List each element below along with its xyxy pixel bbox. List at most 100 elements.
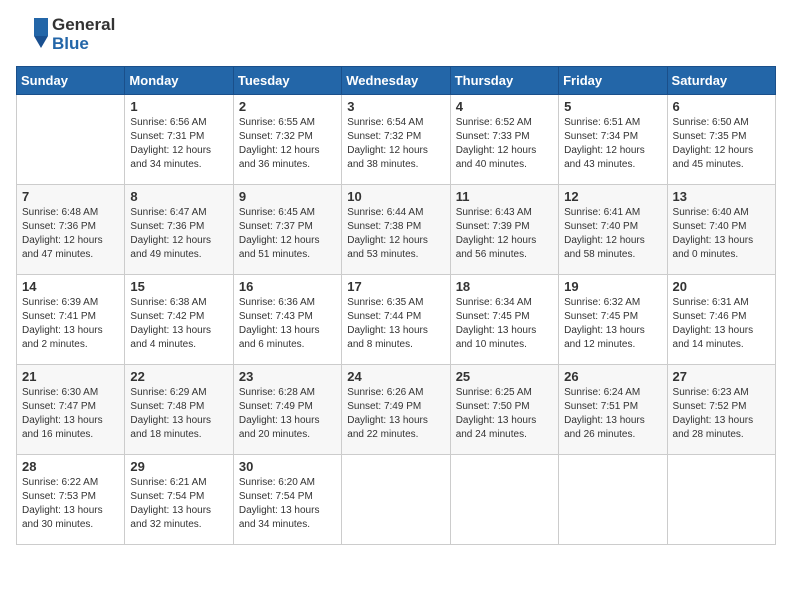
day-number: 22 (130, 369, 227, 384)
calendar-cell: 29Sunrise: 6:21 AM Sunset: 7:54 PM Dayli… (125, 455, 233, 545)
day-number: 11 (456, 189, 553, 204)
day-info: Sunrise: 6:38 AM Sunset: 7:42 PM Dayligh… (130, 296, 227, 352)
weekday-header-row: SundayMondayTuesdayWednesdayThursdayFrid… (17, 67, 776, 95)
day-info: Sunrise: 6:24 AM Sunset: 7:51 PM Dayligh… (564, 386, 661, 442)
day-number: 4 (456, 99, 553, 114)
calendar-cell: 16 Sunrise: 6:36 AM Sunset: 7:43 PM Dayli… (233, 275, 341, 365)
calendar-cell: 2 Sunrise: 6:55 AM Sunset: 7:32 PM Daylig… (233, 95, 341, 185)
day-number: 1 (130, 99, 227, 114)
calendar-cell: 11 Sunrise: 6:43 AM Sunset: 7:39 PM Dayli… (450, 185, 558, 275)
day-number: 8 (130, 189, 227, 204)
calendar-body: 1 Sunrise: 6:56 AM Sunset: 7:31 PM Daylig… (17, 95, 776, 545)
calendar-cell: 25 Sunrise: 6:25 AM Sunset: 7:50 PM Dayli… (450, 365, 558, 455)
logo-svg (16, 16, 48, 54)
calendar-cell (559, 455, 667, 545)
calendar-cell: 24Sunrise: 6:26 AM Sunset: 7:49 PM Dayli… (342, 365, 450, 455)
day-info: Sunrise: 6:44 AM Sunset: 7:38 PM Dayligh… (347, 206, 444, 262)
calendar-cell: 30 Sunrise: 6:20 AM Sunset: 7:54 PM Dayli… (233, 455, 341, 545)
weekday-header-friday: Friday (559, 67, 667, 95)
day-number: 12 (564, 189, 661, 204)
day-info: Sunrise: 6:23 AM Sunset: 7:52 PM Dayligh… (673, 386, 770, 442)
day-number: 27 (673, 369, 770, 384)
calendar-cell: 13 Sunrise: 6:40 AM Sunset: 7:40 PM Dayli… (667, 185, 775, 275)
day-info: Sunrise: 6:40 AM Sunset: 7:40 PM Dayligh… (673, 206, 770, 262)
day-number: 25 (456, 369, 553, 384)
calendar-cell: 3 Sunrise: 6:54 AM Sunset: 7:32 PM Daylig… (342, 95, 450, 185)
day-info: Sunrise: 6:21 AM Sunset: 7:54 PM Dayligh… (130, 476, 227, 532)
calendar-cell: 15 Sunrise: 6:38 AM Sunset: 7:42 PM Dayli… (125, 275, 233, 365)
calendar-cell: 28Sunrise: 6:22 AM Sunset: 7:53 PM Dayli… (17, 455, 125, 545)
day-number: 18 (456, 279, 553, 294)
calendar-cell (450, 455, 558, 545)
header: GeneralBlue (16, 16, 776, 54)
weekday-header-tuesday: Tuesday (233, 67, 341, 95)
calendar-week-4: 21 Sunrise: 6:30 AM Sunset: 7:47 PM Dayli… (17, 365, 776, 455)
day-number: 17 (347, 279, 444, 294)
day-info: Sunrise: 6:35 AM Sunset: 7:44 PM Dayligh… (347, 296, 444, 352)
day-number: 26 (564, 369, 661, 384)
day-info: Sunrise: 6:41 AM Sunset: 7:40 PM Dayligh… (564, 206, 661, 262)
calendar-cell: 26 Sunrise: 6:24 AM Sunset: 7:51 PM Dayli… (559, 365, 667, 455)
day-number: 15 (130, 279, 227, 294)
day-info: Sunrise: 6:22 AM Sunset: 7:53 PM Dayligh… (22, 476, 119, 532)
day-info: Sunrise: 6:31 AM Sunset: 7:46 PM Dayligh… (673, 296, 770, 352)
day-number: 20 (673, 279, 770, 294)
day-number: 19 (564, 279, 661, 294)
calendar-cell: 12 Sunrise: 6:41 AM Sunset: 7:40 PM Dayli… (559, 185, 667, 275)
calendar-cell: 22 Sunrise: 6:29 AM Sunset: 7:48 PM Dayli… (125, 365, 233, 455)
logo-text-general: General (52, 16, 115, 35)
day-number: 21 (22, 369, 119, 384)
calendar-cell: 19 Sunrise: 6:32 AM Sunset: 7:45 PM Dayli… (559, 275, 667, 365)
day-number: 16 (239, 279, 336, 294)
day-number: 6 (673, 99, 770, 114)
day-info: Sunrise: 6:56 AM Sunset: 7:31 PM Dayligh… (130, 116, 227, 172)
day-info: Sunrise: 6:36 AM Sunset: 7:43 PM Dayligh… (239, 296, 336, 352)
calendar-cell (667, 455, 775, 545)
calendar-cell: 21 Sunrise: 6:30 AM Sunset: 7:47 PM Dayli… (17, 365, 125, 455)
calendar-week-5: 28Sunrise: 6:22 AM Sunset: 7:53 PM Dayli… (17, 455, 776, 545)
calendar-table: SundayMondayTuesdayWednesdayThursdayFrid… (16, 66, 776, 545)
day-info: Sunrise: 6:29 AM Sunset: 7:48 PM Dayligh… (130, 386, 227, 442)
calendar-cell: 8Sunrise: 6:47 AM Sunset: 7:36 PM Daylig… (125, 185, 233, 275)
calendar-cell: 7 Sunrise: 6:48 AM Sunset: 7:36 PM Daylig… (17, 185, 125, 275)
day-info: Sunrise: 6:30 AM Sunset: 7:47 PM Dayligh… (22, 386, 119, 442)
day-info: Sunrise: 6:55 AM Sunset: 7:32 PM Dayligh… (239, 116, 336, 172)
day-info: Sunrise: 6:51 AM Sunset: 7:34 PM Dayligh… (564, 116, 661, 172)
day-info: Sunrise: 6:20 AM Sunset: 7:54 PM Dayligh… (239, 476, 336, 532)
day-number: 3 (347, 99, 444, 114)
day-info: Sunrise: 6:48 AM Sunset: 7:36 PM Dayligh… (22, 206, 119, 262)
calendar-cell (342, 455, 450, 545)
weekday-header-thursday: Thursday (450, 67, 558, 95)
calendar-cell: 23 Sunrise: 6:28 AM Sunset: 7:49 PM Dayli… (233, 365, 341, 455)
day-info: Sunrise: 6:34 AM Sunset: 7:45 PM Dayligh… (456, 296, 553, 352)
weekday-header-saturday: Saturday (667, 67, 775, 95)
calendar-cell: 17 Sunrise: 6:35 AM Sunset: 7:44 PM Dayli… (342, 275, 450, 365)
calendar-cell: 18 Sunrise: 6:34 AM Sunset: 7:45 PM Dayli… (450, 275, 558, 365)
day-number: 7 (22, 189, 119, 204)
calendar-cell: 4 Sunrise: 6:52 AM Sunset: 7:33 PM Daylig… (450, 95, 558, 185)
calendar-cell: 1 Sunrise: 6:56 AM Sunset: 7:31 PM Daylig… (125, 95, 233, 185)
day-info: Sunrise: 6:28 AM Sunset: 7:49 PM Dayligh… (239, 386, 336, 442)
day-info: Sunrise: 6:43 AM Sunset: 7:39 PM Dayligh… (456, 206, 553, 262)
day-info: Sunrise: 6:52 AM Sunset: 7:33 PM Dayligh… (456, 116, 553, 172)
weekday-header-wednesday: Wednesday (342, 67, 450, 95)
day-info: Sunrise: 6:26 AM Sunset: 7:49 PM Dayligh… (347, 386, 444, 442)
day-number: 30 (239, 459, 336, 474)
calendar-cell: 10Sunrise: 6:44 AM Sunset: 7:38 PM Dayli… (342, 185, 450, 275)
day-number: 2 (239, 99, 336, 114)
calendar-cell: 14Sunrise: 6:39 AM Sunset: 7:41 PM Dayli… (17, 275, 125, 365)
day-number: 23 (239, 369, 336, 384)
day-info: Sunrise: 6:32 AM Sunset: 7:45 PM Dayligh… (564, 296, 661, 352)
calendar-week-3: 14Sunrise: 6:39 AM Sunset: 7:41 PM Dayli… (17, 275, 776, 365)
day-number: 5 (564, 99, 661, 114)
day-number: 9 (239, 189, 336, 204)
day-info: Sunrise: 6:25 AM Sunset: 7:50 PM Dayligh… (456, 386, 553, 442)
calendar-cell (17, 95, 125, 185)
calendar-cell: 6 Sunrise: 6:50 AM Sunset: 7:35 PM Daylig… (667, 95, 775, 185)
weekday-header-monday: Monday (125, 67, 233, 95)
day-info: Sunrise: 6:45 AM Sunset: 7:37 PM Dayligh… (239, 206, 336, 262)
day-info: Sunrise: 6:50 AM Sunset: 7:35 PM Dayligh… (673, 116, 770, 172)
day-info: Sunrise: 6:54 AM Sunset: 7:32 PM Dayligh… (347, 116, 444, 172)
day-number: 13 (673, 189, 770, 204)
day-info: Sunrise: 6:39 AM Sunset: 7:41 PM Dayligh… (22, 296, 119, 352)
